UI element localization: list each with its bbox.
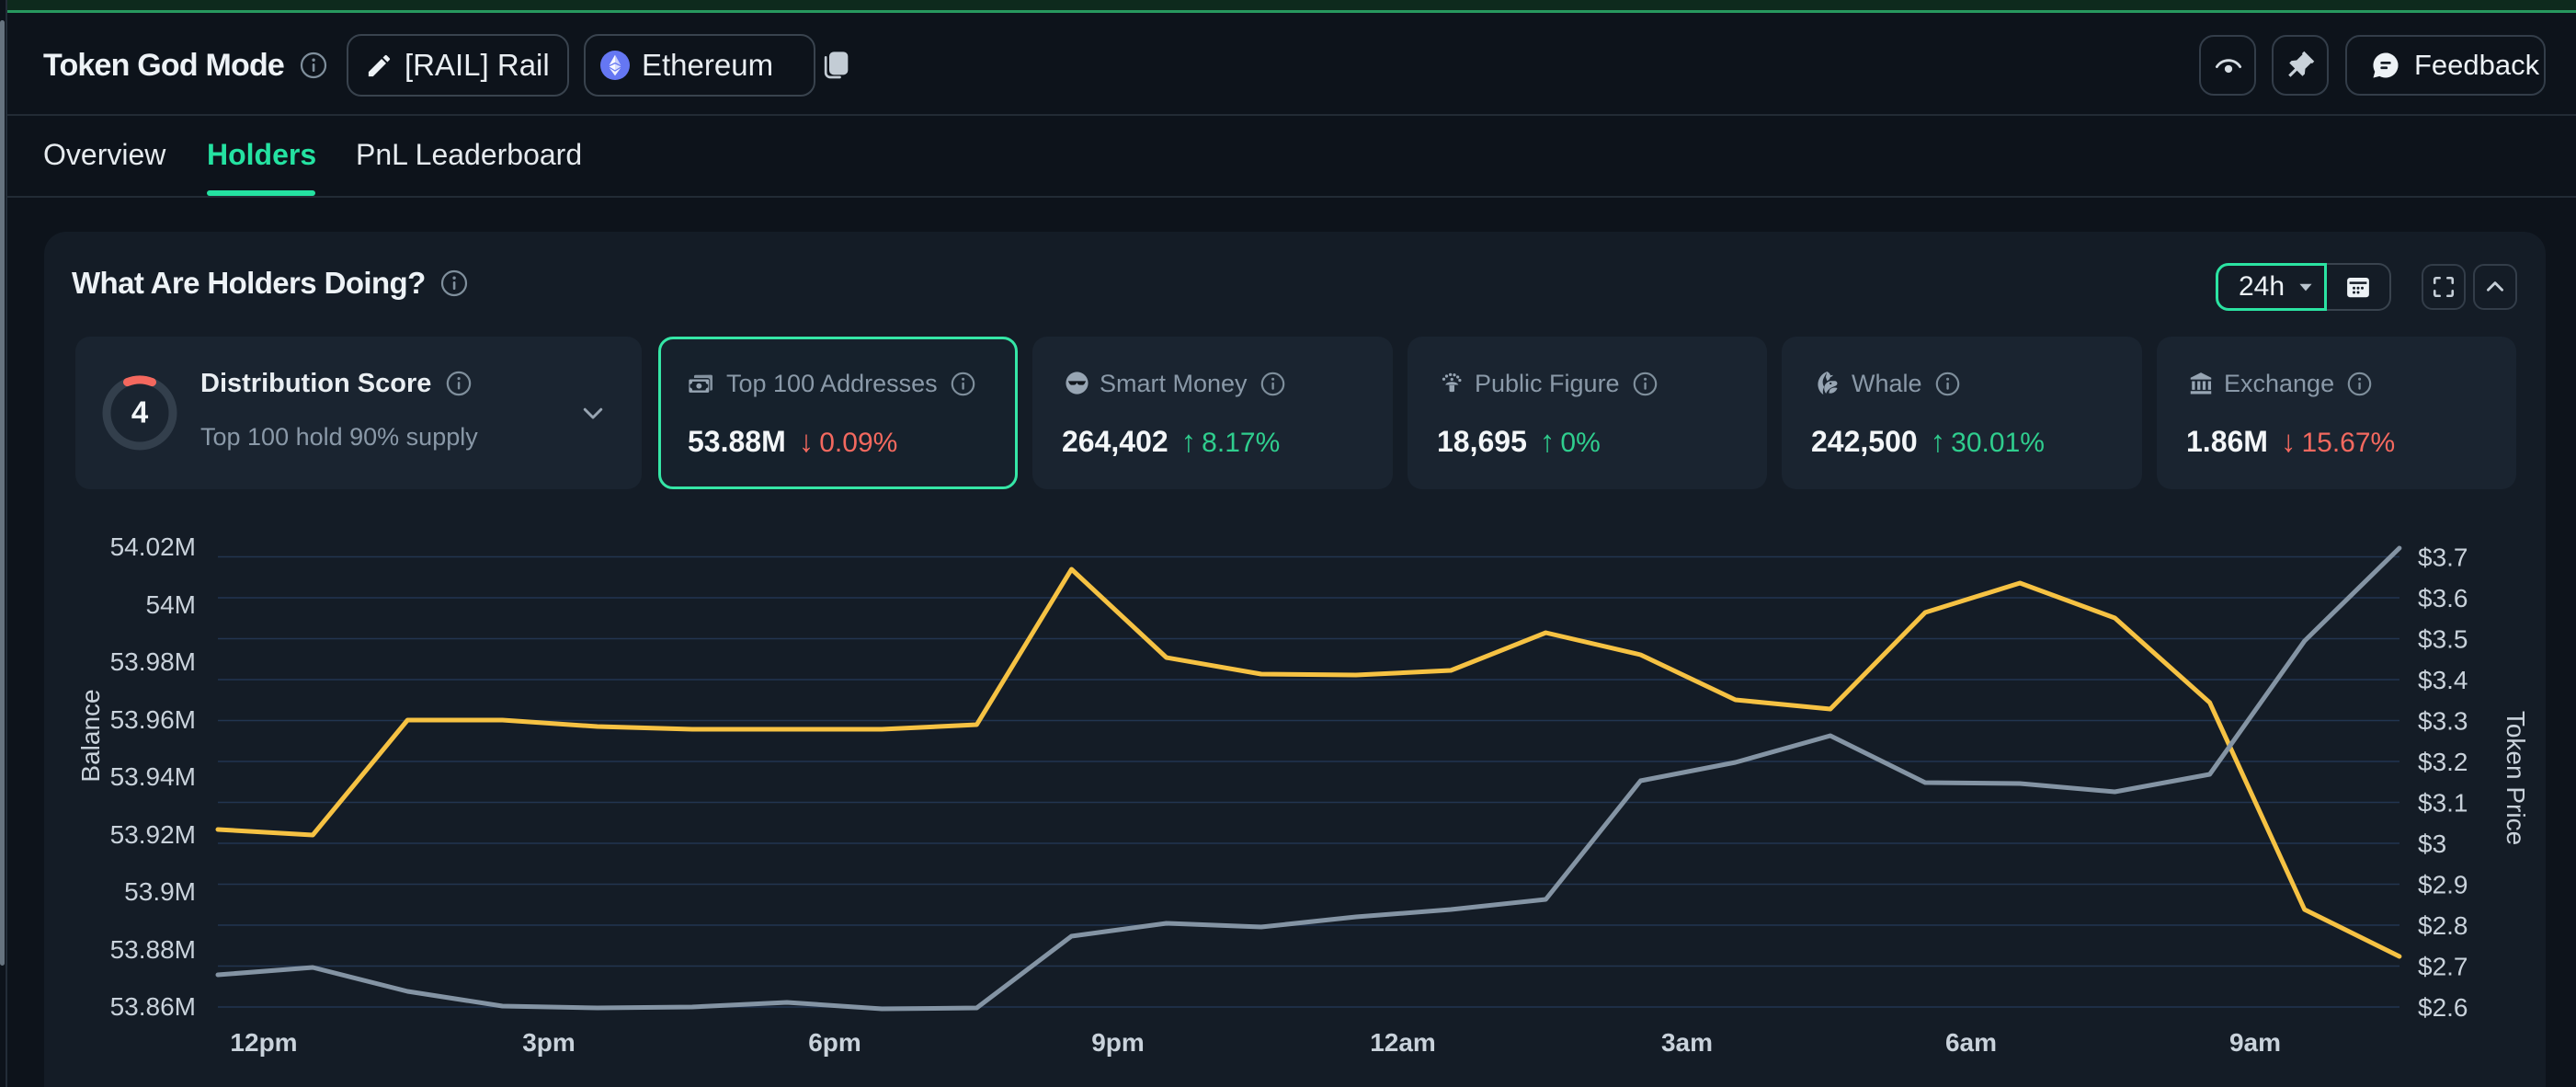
svg-text:6am: 6am <box>1945 1028 1997 1057</box>
svg-text:$3.3: $3.3 <box>2418 707 2468 736</box>
svg-text:9am: 9am <box>2229 1028 2281 1057</box>
svg-text:53.96M: 53.96M <box>110 705 196 734</box>
svg-text:3pm: 3pm <box>522 1028 576 1057</box>
svg-text:6pm: 6pm <box>808 1028 861 1057</box>
svg-text:$3.4: $3.4 <box>2418 666 2468 694</box>
svg-text:54M: 54M <box>146 590 196 619</box>
svg-text:$2.8: $2.8 <box>2418 911 2468 940</box>
svg-text:$2.6: $2.6 <box>2418 993 2468 1022</box>
svg-text:53.98M: 53.98M <box>110 647 196 676</box>
svg-text:9pm: 9pm <box>1091 1028 1145 1057</box>
svg-text:$2.9: $2.9 <box>2418 871 2468 899</box>
svg-text:3am: 3am <box>1661 1028 1713 1057</box>
svg-text:12pm: 12pm <box>230 1028 297 1057</box>
svg-text:$3.6: $3.6 <box>2418 584 2468 612</box>
svg-text:$2.7: $2.7 <box>2418 953 2468 981</box>
svg-text:12am: 12am <box>1370 1028 1436 1057</box>
svg-text:$3.5: $3.5 <box>2418 625 2468 654</box>
svg-text:53.88M: 53.88M <box>110 935 196 964</box>
svg-text:53.92M: 53.92M <box>110 820 196 849</box>
svg-text:Token Price: Token Price <box>2502 711 2530 845</box>
svg-text:$3.7: $3.7 <box>2418 544 2468 572</box>
svg-text:Balance: Balance <box>76 689 105 782</box>
svg-text:54.02M: 54.02M <box>110 532 196 561</box>
svg-text:53.9M: 53.9M <box>124 877 196 906</box>
svg-text:$3.2: $3.2 <box>2418 748 2468 776</box>
svg-text:53.94M: 53.94M <box>110 762 196 791</box>
svg-text:53.86M: 53.86M <box>110 992 196 1021</box>
svg-text:$3.1: $3.1 <box>2418 789 2468 818</box>
svg-text:$3: $3 <box>2418 830 2446 858</box>
